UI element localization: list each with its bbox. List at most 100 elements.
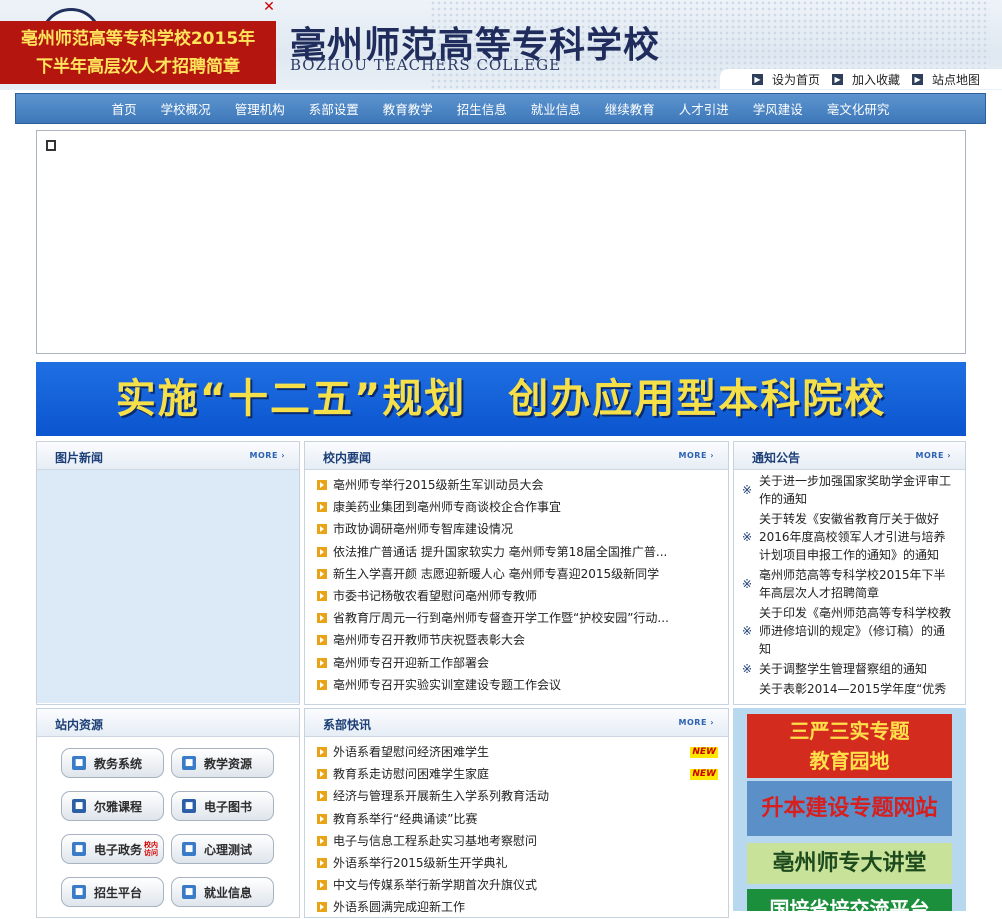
notice-item[interactable]: ※ 关于进一步加强国家奖助学金评审工作的通知: [742, 472, 955, 508]
bullet-arrow-icon: [317, 880, 327, 891]
bullet-arrow-icon: [317, 791, 327, 802]
news-item[interactable]: 依法推广普通话 提升国家软实力 亳州师专第18届全国推广普...: [317, 541, 728, 563]
nav-departments[interactable]: 系部设置: [297, 99, 371, 118]
top-links-bar: ▶ 设为首页 ▶ 加入收藏 ▶ 站点地图: [720, 69, 1002, 89]
notice-mark-icon: ※: [742, 662, 753, 676]
notice-mark-icon: ※: [742, 624, 753, 638]
notice-mark-icon: ※: [742, 577, 753, 591]
bullet-arrow-icon: [317, 657, 327, 668]
resource-label: 招生平台: [94, 885, 143, 900]
more-link[interactable]: MORE ›: [250, 451, 285, 460]
resource-button-4[interactable]: ■ 电子政务 校内访问: [61, 834, 164, 864]
resource-button-6[interactable]: ■ 招生平台: [61, 877, 164, 907]
news-item[interactable]: 新生入学喜开颜 志愿迎新暖人心 亳州师专喜迎2015级新同学: [317, 563, 728, 585]
news-title: 中文与传媒系举行新学期首次升旗仪式: [333, 878, 538, 893]
bullet-arrow-icon: [317, 835, 327, 846]
notice-mark-icon: ※: [742, 483, 753, 497]
notice-item[interactable]: ※ 关于调整学生管理督察组的通知: [742, 660, 955, 678]
news-item[interactable]: 康美药业集团到亳州师专商谈校企合作事宜: [317, 496, 728, 518]
nav-admissions[interactable]: 招生信息: [445, 99, 519, 118]
set-homepage-link[interactable]: ▶ 设为首页: [752, 71, 820, 88]
nav-about[interactable]: 学校概况: [149, 99, 223, 118]
dept-news-item[interactable]: 经济与管理系开展新生入学系列教育活动: [317, 785, 728, 807]
ad-close-icon[interactable]: ✕: [262, 0, 276, 14]
nav-bo-culture[interactable]: 亳文化研究: [815, 99, 902, 118]
bullet-arrow-icon: [317, 480, 327, 491]
notice-item[interactable]: ※ 关于转发《安徽省教育厅关于做好2016年度高校领军人才引进与培养计划项目申报工…: [742, 510, 955, 564]
news-item[interactable]: 亳州师专举行2015级新生军训动员大会: [317, 474, 728, 496]
notice-title: 关于印发《亳州师范高等专科学校教师进修培训的规定》（修订稿）的通知: [759, 606, 952, 656]
resource-button-7[interactable]: ■ 就业信息: [171, 877, 274, 907]
slogan-banner: 实施“十二五”规划 创办应用型本科院校: [36, 362, 966, 436]
photo-news-panel: 图片新闻 MORE ›: [36, 441, 300, 705]
nav-teaching[interactable]: 教育教学: [371, 99, 445, 118]
more-link[interactable]: MORE ›: [916, 451, 951, 460]
resource-button-5[interactable]: ■ 心理测试: [171, 834, 274, 864]
add-favorite-link[interactable]: ▶ 加入收藏: [832, 71, 900, 88]
news-item[interactable]: 省教育厅周元一行到亳州师专督查开学工作暨“护校安园”行动...: [317, 607, 728, 629]
news-item[interactable]: 市委书记杨敬农看望慰问亳州师专教师: [317, 585, 728, 607]
computer-icon: ■: [72, 885, 86, 899]
plugin-placeholder-icon: [46, 140, 56, 151]
bullet-arrow-icon: [317, 813, 327, 824]
dept-news-item[interactable]: 外语系圆满完成迎新工作: [317, 896, 728, 918]
main-nav: 首页 学校概况 管理机构 系部设置 教育教学 招生信息 就业信息 继续教育 人才…: [15, 93, 986, 124]
monitor-icon: ■: [182, 756, 196, 770]
arrow-icon: ▶: [912, 73, 924, 85]
nav-administration[interactable]: 管理机构: [223, 99, 297, 118]
news-item[interactable]: 亳州师专召开迎新工作部署会: [317, 652, 728, 674]
dept-news-item[interactable]: 中文与传媒系举行新学期首次升旗仪式: [317, 874, 728, 896]
nav-employment[interactable]: 就业信息: [519, 99, 593, 118]
panel-header: 校内要闻 MORE ›: [305, 442, 728, 470]
side-banner-2[interactable]: 亳州师专大讲堂: [747, 843, 952, 884]
news-item[interactable]: 亳州师专召开教师节庆祝暨表彰大会: [317, 629, 728, 651]
site-resources-panel: 站内资源 ■ 教务系统 ■ 教学资源 ■ 尔雅课程 ■ 电子图书 ■ 电子政务 校内访问 ■ 心理测试 ■…: [36, 708, 300, 918]
notice-item[interactable]: ※关于表彰2014—2015学年度“优秀共产党员”和“优秀党务工作者”的决定: [742, 680, 955, 695]
news-title: 康美药业集团到亳州师专商谈校企合作事宜: [333, 500, 562, 515]
panel-title: 站内资源: [55, 718, 104, 732]
more-link[interactable]: MORE ›: [679, 451, 714, 460]
dept-news-item[interactable]: 教育系举行“经典诵读”比赛: [317, 808, 728, 830]
resource-button-2[interactable]: ■ 尔雅课程: [61, 791, 164, 821]
dept-news-item[interactable]: 电子与信息工程系赴实习基地考察慰问: [317, 830, 728, 852]
resource-button-0[interactable]: ■ 教务系统: [61, 748, 164, 778]
news-item[interactable]: 市政协调研亳州师专智库建设情况: [317, 518, 728, 540]
notices-list: ※ 关于进一步加强国家奖助学金评审工作的通知 ※ 关于转发《安徽省教育厅关于做好201…: [734, 470, 965, 695]
side-banner-3[interactable]: 国培省培交流平台: [747, 889, 952, 911]
side-banner-0[interactable]: 三严三实专题教育园地: [747, 714, 952, 778]
news-title: 亳州师专召开教师节庆祝暨表彰大会: [333, 633, 526, 648]
dept-news-item[interactable]: 外语系举行2015级新生开学典礼: [317, 852, 728, 874]
bullet-arrow-icon: [317, 747, 327, 758]
resource-button-3[interactable]: ■ 电子图书: [171, 791, 274, 821]
photo-news-area[interactable]: [37, 470, 299, 703]
bullet-arrow-icon: [317, 769, 327, 780]
notice-title: 关于进一步加强国家奖助学金评审工作的通知: [759, 474, 952, 506]
resource-button-1[interactable]: ■ 教学资源: [171, 748, 274, 778]
notice-title: 亳州师范高等专科学校2015年下半年高层次人才招聘简章: [759, 568, 946, 600]
dept-news-item[interactable]: 教育系走访慰问困难学生家庭 NEW: [317, 763, 728, 785]
notice-item[interactable]: ※ 亳州师范高等专科学校2015年下半年高层次人才招聘简章: [742, 566, 955, 602]
nav-talent[interactable]: 人才引进: [667, 99, 741, 118]
recruitment-ad-banner[interactable]: 亳州师范高等专科学校2015年 下半年高层次人才招聘简章: [0, 21, 276, 84]
news-item[interactable]: 亳州师专召开实验实训室建设专题工作会议: [317, 674, 728, 696]
dept-news-item[interactable]: 外语系看望慰问经济困难学生 NEW: [317, 741, 728, 763]
bullet-arrow-icon: [317, 858, 327, 869]
news-title: 省教育厅周元一行到亳州师专督查开学工作暨“护校安园”行动...: [333, 611, 669, 626]
panel-title: 校内要闻: [323, 451, 372, 465]
side-banner-1[interactable]: 升本建设专题网站: [747, 781, 952, 836]
more-link[interactable]: MORE ›: [679, 718, 714, 727]
internal-access-tag: 校内访问: [144, 841, 159, 857]
panel-header: 通知公告 MORE ›: [734, 442, 965, 470]
flash-slideshow-area[interactable]: [36, 130, 966, 354]
site-map-link[interactable]: ▶ 站点地图: [912, 71, 980, 88]
notice-item[interactable]: ※ 关于印发《亳州师范高等专科学校教师进修培训的规定》（修订稿）的通知: [742, 604, 955, 658]
grid-icon: ■: [182, 885, 196, 899]
nav-home[interactable]: 首页: [100, 99, 149, 118]
bullet-arrow-icon: [317, 568, 327, 579]
panel-header: 图片新闻 MORE ›: [37, 442, 299, 470]
arrow-icon: ▶: [832, 73, 844, 85]
nav-continuing-education[interactable]: 继续教育: [593, 99, 667, 118]
nav-study-style[interactable]: 学风建设: [741, 99, 815, 118]
resource-label: 尔雅课程: [94, 799, 143, 814]
school-name-en: BOZHOU TEACHERS COLLEGE: [290, 56, 562, 74]
